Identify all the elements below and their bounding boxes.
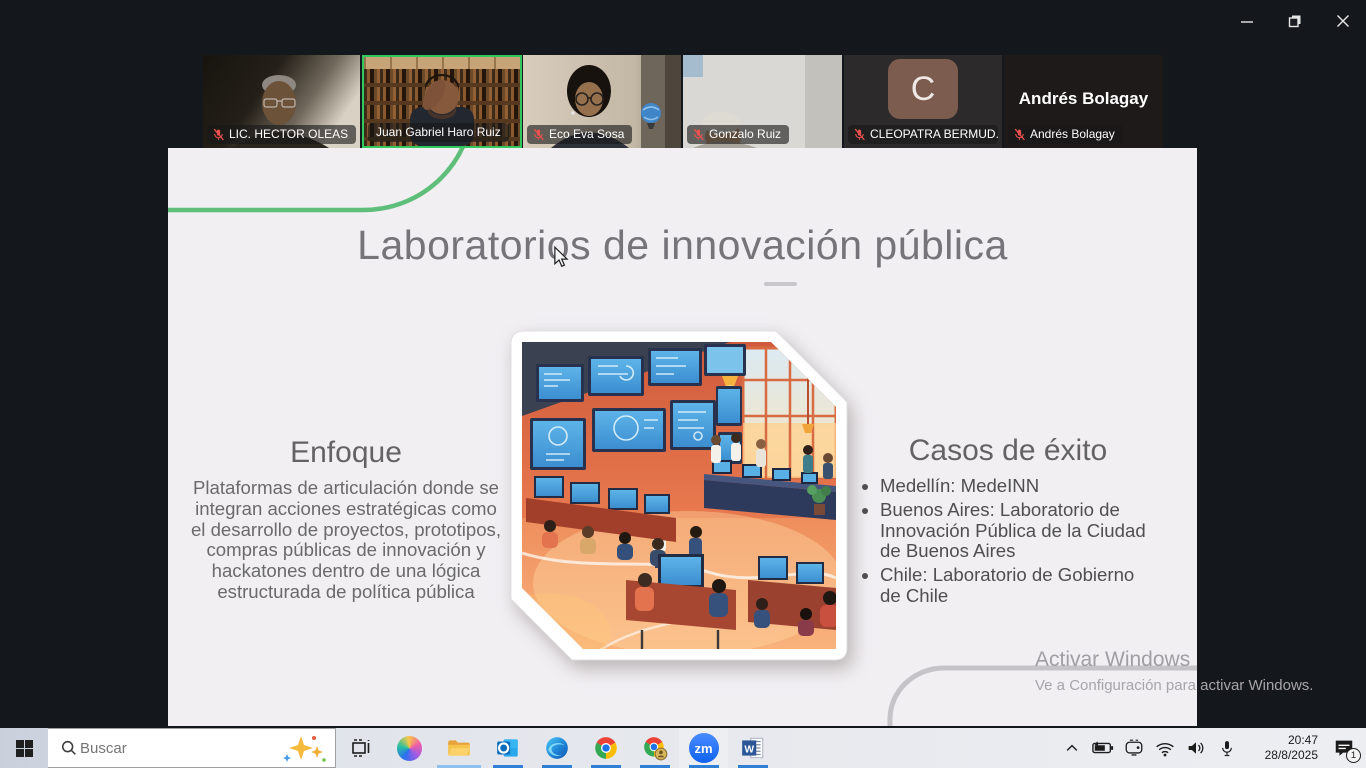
- participant-name: LIC. HECTOR OLEAS: [229, 127, 348, 141]
- avatar: C: [888, 59, 958, 119]
- tray-clock[interactable]: 20:47 28/8/2025: [1248, 733, 1318, 763]
- participant-name-pill: LIC. HECTOR OLEAS: [207, 125, 356, 144]
- word-icon: W: [740, 735, 766, 761]
- window-controls: [1232, 8, 1358, 34]
- tray-volume-button[interactable]: [1180, 728, 1211, 768]
- start-button[interactable]: [0, 728, 48, 768]
- notification-center-button[interactable]: 1: [1322, 728, 1366, 768]
- taskbar-app-outlook[interactable]: [483, 728, 532, 768]
- casos-item: Medellín: MedeINN: [880, 476, 1158, 497]
- enfoque-body: Plataformas de articulación donde se int…: [190, 478, 502, 603]
- muted-mic-icon: [212, 128, 225, 141]
- participant-name: Eco Eva Sosa: [549, 127, 624, 141]
- edge-icon: [544, 735, 570, 761]
- close-icon: [1336, 14, 1350, 28]
- muted-mic-icon: [1013, 128, 1026, 141]
- participant-tile-hector[interactable]: LIC. HECTOR OLEAS: [203, 55, 360, 148]
- innovation-lab-illustration: [508, 328, 850, 666]
- tray-connect-button[interactable]: [1118, 728, 1149, 768]
- casos-item: Chile: Laboratorio de Gobierno de Chile: [880, 565, 1158, 607]
- battery-icon: [1092, 740, 1114, 756]
- participant-name-pill: Andrés Bolagay: [1008, 125, 1123, 144]
- taskbar-app-edge[interactable]: [532, 728, 581, 768]
- participant-tile-eva[interactable]: Eco Eva Sosa: [523, 55, 681, 148]
- taskbar-app-file-explorer[interactable]: [434, 728, 483, 768]
- search-highlights-sparkle-icon: [281, 734, 327, 762]
- copilot-button[interactable]: [385, 728, 434, 768]
- participant-name-pill: Eco Eva Sosa: [527, 125, 632, 144]
- search-icon: [60, 739, 78, 757]
- tray-battery-button[interactable]: [1087, 728, 1118, 768]
- gray-corner-decoration: [868, 658, 1197, 726]
- participant-name: Juan Gabriel Haro Ruiz: [376, 125, 501, 139]
- chrome-profile-icon: [642, 735, 668, 761]
- enfoque-heading: Enfoque: [190, 436, 502, 470]
- participant-name: Gonzalo Ruiz: [709, 127, 781, 141]
- green-corner-decoration: [168, 148, 498, 218]
- tray-chevron-button[interactable]: [1056, 728, 1087, 768]
- task-view-icon: [349, 736, 373, 760]
- close-button[interactable]: [1328, 8, 1358, 34]
- participant-name: CLEOPATRA BERMUD...: [870, 127, 998, 141]
- tray-wifi-button[interactable]: [1149, 728, 1180, 768]
- casos-list: Medellín: MedeINN Buenos Aires: Laborato…: [858, 476, 1158, 607]
- svg-text:W: W: [744, 745, 754, 756]
- minimize-icon: [1240, 14, 1254, 28]
- microphone-icon: [1219, 739, 1235, 758]
- enfoque-block: Enfoque Plataformas de articulación dond…: [190, 436, 502, 603]
- minimize-button[interactable]: [1232, 8, 1262, 34]
- tray-microphone-button[interactable]: [1211, 728, 1242, 768]
- chevron-up-icon: [1064, 740, 1080, 756]
- shared-screen-slide: Laboratorios de innovación pública Enfoq…: [168, 148, 1197, 726]
- copilot-icon: [397, 736, 422, 761]
- casos-heading: Casos de éxito: [858, 434, 1158, 468]
- taskbar-search[interactable]: [48, 728, 336, 768]
- zoom-meeting-window: LIC. HECTOR OLEAS Juan Gabriel Haro Ruiz: [0, 0, 1366, 768]
- tray-date: 28/8/2025: [1248, 748, 1318, 763]
- zoom-icon: zm: [689, 733, 719, 763]
- muted-mic-icon: [692, 128, 705, 141]
- search-input[interactable]: [78, 739, 281, 758]
- windows-taskbar: zm W: [0, 728, 1366, 768]
- participant-tile-gonzalo[interactable]: Gonzalo Ruiz: [683, 55, 842, 148]
- participant-name: Andrés Bolagay: [1030, 127, 1115, 141]
- participant-display-name: Andrés Bolagay: [1004, 89, 1163, 109]
- muted-mic-icon: [532, 128, 545, 141]
- taskbar-app-zoom[interactable]: zm: [679, 728, 728, 768]
- casos-block: Casos de éxito Medellín: MedeINN Buenos …: [858, 434, 1158, 610]
- participant-name-pill: CLEOPATRA BERMUD...: [848, 125, 998, 144]
- participant-tile-juan[interactable]: Juan Gabriel Haro Ruiz: [362, 55, 522, 148]
- file-explorer-icon: [446, 735, 472, 761]
- chrome-icon: [593, 735, 619, 761]
- restore-icon: [1288, 14, 1302, 28]
- title-underline: [764, 282, 797, 286]
- taskbar-app-chrome[interactable]: [581, 728, 630, 768]
- notification-badge: 1: [1346, 748, 1361, 763]
- restore-button[interactable]: [1280, 8, 1310, 34]
- casos-item: Buenos Aires: Laboratorio de Innovación …: [880, 500, 1158, 562]
- taskbar-app-chrome-profile[interactable]: [630, 728, 679, 768]
- tray-time: 20:47: [1248, 733, 1318, 748]
- participant-name-pill: Gonzalo Ruiz: [687, 125, 789, 144]
- participant-name-pill: Juan Gabriel Haro Ruiz: [368, 123, 509, 142]
- system-tray: 20:47 28/8/2025 1: [1056, 728, 1366, 768]
- slide-title: Laboratorios de innovación pública: [168, 222, 1197, 269]
- connect-icon: [1124, 739, 1144, 757]
- windows-logo-icon: [16, 740, 33, 757]
- taskbar-app-word[interactable]: W: [728, 728, 777, 768]
- muted-mic-icon: [853, 128, 866, 141]
- participant-tile-cleopatra[interactable]: C CLEOPATRA BERMUD...: [844, 55, 1002, 148]
- outlook-icon: [495, 735, 521, 761]
- participant-tile-andres[interactable]: Andrés Bolagay Andrés Bolagay: [1004, 55, 1163, 148]
- volume-icon: [1186, 739, 1206, 757]
- task-view-button[interactable]: [336, 728, 385, 768]
- wifi-icon: [1155, 740, 1175, 757]
